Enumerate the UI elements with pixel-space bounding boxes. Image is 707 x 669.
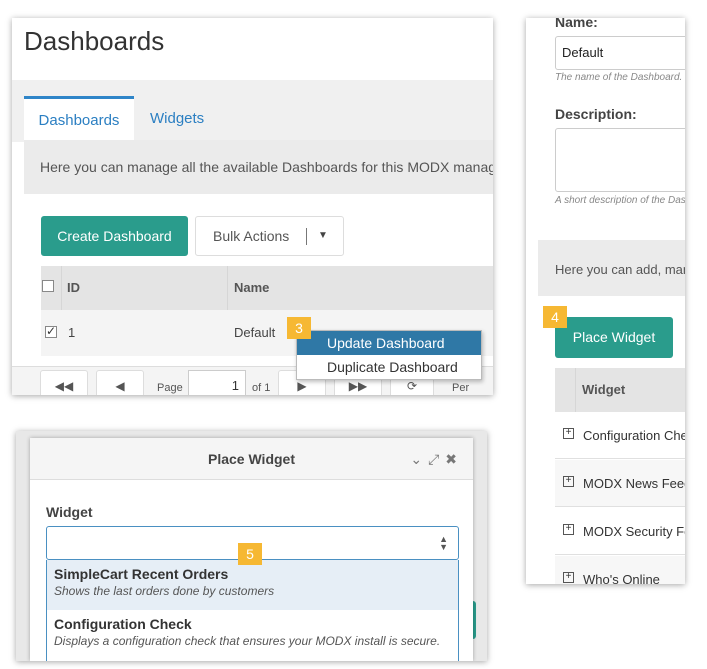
row-context-menu: Update Dashboard Duplicate Dashboard [296,330,482,380]
bulk-actions-label: Bulk Actions [213,228,290,244]
page-title: Dashboards [24,26,165,56]
widget-name: Configuration Check [583,428,685,443]
dashboard-edit-panel: Name: Default The name of the Dashboard.… [526,18,685,584]
widget-option[interactable]: Configuration Check Displays a configura… [47,610,458,660]
option-title: SimpleCart Recent Orders [54,566,229,582]
place-widget-dialog: Place Widget ⌄⤢✖ Widget ▲ ▼ SimpleCart Re… [30,438,473,661]
name-hint: The name of the Dashboard. [555,72,683,83]
widget-option[interactable]: SimpleCart Recent Orders Shows the last … [47,560,458,610]
dialog-title: Place Widget [207,451,295,467]
page-label: Page [157,382,183,394]
first-page-icon[interactable]: ◀◀ [40,370,88,395]
menu-item-update-dashboard[interactable]: Update Dashboard [297,331,481,355]
list-item[interactable]: + MODX Security Feed [555,508,685,555]
expand-plus-icon[interactable]: + [563,476,574,487]
row-checkbox[interactable] [45,324,57,338]
widget-name: MODX Security Feed [583,524,685,539]
name-label: Name: [555,18,598,30]
expand-plus-icon[interactable]: + [563,572,574,583]
menu-item-duplicate-dashboard[interactable]: Duplicate Dashboard [297,355,481,379]
select-arrows-icon: ▲ ▼ [439,534,448,552]
page-number-input[interactable]: 1 [188,370,246,395]
dashboards-panel: Dashboards Dashboards Widgets Here you c… [12,18,493,395]
description-label: Description: [555,106,637,122]
widget-label: Widget [46,504,93,520]
column-header-name[interactable]: Name [234,266,269,310]
dialog-controls: ⌄⤢✖ [410,438,463,480]
place-widget-panel: Place Widget ⌄⤢✖ Widget ▲ ▼ SimpleCart Re… [16,431,487,661]
step-badge: 5 [238,543,262,565]
create-dashboard-button[interactable]: Create Dashboard [41,216,188,256]
panel-description: Here you can manage all the available Da… [24,140,493,194]
list-item[interactable]: + Configuration Check [555,412,685,459]
widget-options-list: SimpleCart Recent Orders Shows the last … [46,560,459,661]
widget-name: MODX News Feed [583,476,685,491]
widget-name: Who's Online [583,572,660,584]
close-icon[interactable]: ✖ [445,451,463,467]
expand-plus-icon[interactable]: + [563,428,574,439]
maximize-icon[interactable]: ⤢ [428,451,445,467]
column-header-widget[interactable]: Widget [582,368,625,412]
list-item[interactable]: + MODX News Feed [555,460,685,507]
bulk-actions-button[interactable]: Bulk Actions ▼ [195,216,344,256]
tab-dashboards[interactable]: Dashboards [24,96,134,142]
select-all-checkbox[interactable] [42,280,54,292]
previous-page-icon[interactable]: ◀ [96,370,144,395]
row-name: Default [234,325,276,340]
collapse-icon[interactable]: ⌄ [410,451,428,467]
page-count: of 1 [252,382,271,394]
place-widget-button[interactable]: Place Widget [555,317,673,358]
option-description: Displays a configuration check that ensu… [54,634,441,648]
description-field[interactable] [555,128,685,192]
step-badge: 4 [543,306,567,328]
caret-down-icon: ▼ [318,230,328,241]
list-item[interactable]: + Who's Online [555,556,685,584]
option-title: Configuration Check [54,616,192,632]
widgets-intro: Here you can add, manage and remove Widg… [555,262,685,277]
row-id: 1 [68,325,76,340]
button-divider [306,228,307,245]
expand-plus-icon[interactable]: + [563,524,574,535]
option-description: Shows the last orders done by customers [54,584,275,598]
column-header-id[interactable]: ID [67,266,80,310]
description-hint: A short description of the Dashboard. [555,195,685,206]
name-field[interactable]: Default [555,36,685,70]
tab-widgets[interactable]: Widgets [150,96,204,142]
step-badge: 3 [287,317,311,339]
